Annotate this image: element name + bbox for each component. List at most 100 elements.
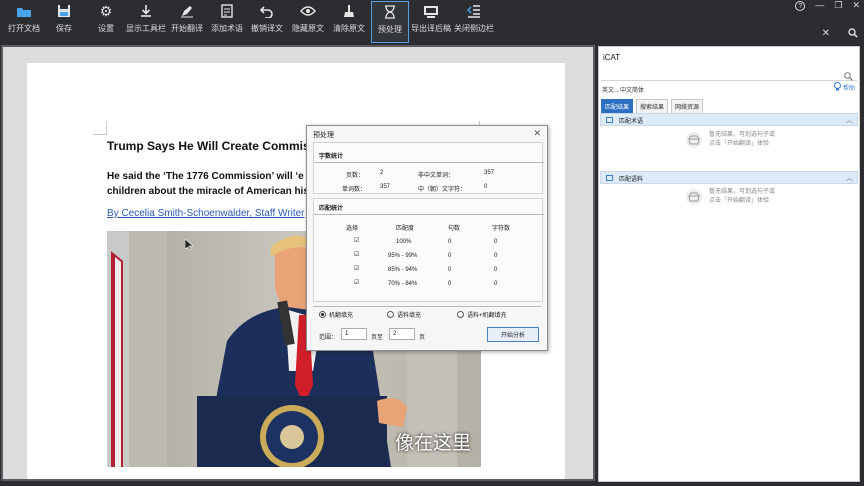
- word-stats-heading: 字数统计: [319, 154, 344, 160]
- section-matched-corpus[interactable]: 匹配语料 ︿: [600, 171, 858, 184]
- match-row-checkbox[interactable]: ☑: [354, 252, 360, 258]
- start-translation-button[interactable]: 开始翻译: [170, 1, 204, 43]
- range-to-input[interactable]: 2: [389, 328, 415, 340]
- section-matched-terms[interactable]: 匹配术语 ︿: [600, 113, 858, 126]
- undo-translation-button[interactable]: 撤销译文: [250, 1, 284, 43]
- eye-icon: [300, 3, 316, 19]
- char-count: 0: [494, 281, 498, 287]
- match-row-checkbox[interactable]: ☑: [354, 280, 360, 286]
- match-range: 100%: [396, 239, 412, 245]
- column-header: 选择: [346, 226, 359, 232]
- crop-mark-top-left: [93, 121, 107, 135]
- empty-box-icon: [685, 131, 703, 154]
- add-term-icon: [220, 3, 234, 19]
- page-to-label: 页至: [371, 335, 384, 341]
- empty-text: 暂无结果，可划选句子或: [709, 189, 776, 195]
- lightbulb-icon: [833, 82, 841, 93]
- tab-match-results[interactable]: 匹配结果: [601, 99, 634, 114]
- match-range: 85% - 94%: [388, 267, 418, 273]
- article-byline[interactable]: By Cecelia Smith-Schoenwalder, Staff Wri…: [107, 208, 305, 219]
- empty-state: 暂无结果，可划选句子或 点击「开始翻译」体验: [685, 131, 775, 154]
- dialog-close-button[interactable]: ✕: [533, 128, 541, 139]
- side-search-input[interactable]: [601, 67, 857, 81]
- section-icon: [606, 175, 613, 181]
- hide-source-button[interactable]: 隐藏原文: [290, 1, 326, 43]
- cjk-chars-label: 中（朝）文字符：: [418, 187, 467, 193]
- clear-source-button[interactable]: 清除原文: [332, 1, 366, 43]
- radio-selected-icon: [319, 311, 326, 318]
- add-term-button[interactable]: 添加术语: [210, 1, 244, 43]
- article-title[interactable]: Trump Says He Will Create Commission: [107, 139, 334, 153]
- save-button[interactable]: 保存: [50, 1, 78, 43]
- restore-button[interactable]: ❐: [834, 0, 842, 12]
- char-count: 0: [494, 267, 498, 273]
- chevron-up-icon[interactable]: ︿: [846, 115, 853, 125]
- help-label: 帮助: [842, 86, 855, 92]
- cjk-chars-value: 0: [484, 184, 488, 190]
- language-pair[interactable]: 英文→中文简体: [602, 85, 644, 94]
- export-translation-button[interactable]: 导出译后稿: [411, 1, 451, 43]
- radio-icon: [457, 311, 464, 318]
- icat-side-panel: iCAT 英文→中文简体 帮助 匹配结果 搜索结果 网络资源 匹配术语 ︿ 暂无…: [598, 46, 860, 482]
- char-count: 0: [494, 253, 498, 259]
- preprocess-button[interactable]: 预处理: [371, 1, 409, 43]
- start-analysis-button[interactable]: 开始分析: [487, 327, 539, 342]
- column-header: 句数: [448, 226, 461, 232]
- words-label: 单词数：: [342, 187, 367, 193]
- tab-search-results[interactable]: 搜索结果: [636, 99, 669, 114]
- column-header: 字符数: [492, 226, 511, 232]
- empty-box-icon: [685, 188, 703, 211]
- range-label: 范围：: [319, 335, 338, 341]
- range-from-input[interactable]: 1: [341, 328, 367, 340]
- window-controls: ? — ❐ ✕: [795, 0, 860, 12]
- match-range: 95% - 99%: [388, 253, 418, 259]
- match-row-checkbox[interactable]: ☑: [354, 266, 360, 272]
- gear-icon: ⚙: [99, 2, 113, 19]
- empty-text: 暂无结果，可划选句子或: [709, 132, 776, 138]
- side-panel-title: iCAT: [603, 53, 621, 62]
- window-close-button[interactable]: ✕: [852, 0, 860, 12]
- open-document-button[interactable]: 打开文档: [6, 1, 42, 43]
- main-toolbar: 打开文档 保存 ⚙ 设置 显示工具栏 开始翻译 添加术语 撤销译文 隐藏原文 清…: [0, 0, 864, 44]
- char-count: 0: [494, 239, 498, 245]
- chevron-up-icon[interactable]: ︿: [846, 173, 853, 183]
- match-range: 70% - 84%: [388, 281, 418, 287]
- close-sidebar-button[interactable]: 关闭侧边栏: [454, 1, 494, 43]
- pen-icon: [180, 3, 194, 19]
- save-icon: [57, 3, 71, 19]
- side-tabs: 匹配结果 搜索结果 网络资源: [601, 99, 704, 114]
- fill-option-mt[interactable]: 机翻填充: [319, 310, 353, 319]
- sidebar-controls: ✕: [822, 28, 858, 41]
- settings-button[interactable]: ⚙ 设置: [92, 1, 120, 43]
- sentence-count: 0: [448, 239, 452, 245]
- hourglass-icon: [384, 4, 396, 20]
- sidebar-close-button[interactable]: ✕: [822, 28, 830, 41]
- help-icon[interactable]: ?: [795, 1, 806, 11]
- app-window: 打开文档 保存 ⚙ 设置 显示工具栏 开始翻译 添加术语 撤销译文 隐藏原文 清…: [0, 0, 864, 486]
- page-label: 页: [419, 335, 426, 341]
- match-row-checkbox[interactable]: ☑: [354, 238, 360, 244]
- help-button[interactable]: 帮助: [833, 82, 855, 93]
- tab-web-resources[interactable]: 网络资源: [671, 99, 704, 114]
- column-header: 匹配度: [396, 226, 415, 232]
- close-sidebar-icon: [467, 3, 481, 19]
- non-chinese-words-value: 357: [484, 170, 495, 176]
- pages-value: 2: [380, 170, 384, 176]
- folder-icon: [16, 3, 32, 19]
- word-stats-group: 字数统计 页数： 2 非中文单词： 357 单词数： 357 中（朝）文字符： …: [313, 142, 544, 194]
- show-toolbar-button[interactable]: 显示工具栏: [124, 1, 168, 43]
- non-chinese-words-label: 非中文单词：: [418, 173, 455, 179]
- words-value: 357: [380, 184, 391, 190]
- broom-icon: [342, 3, 356, 19]
- fill-option-corpus-mt[interactable]: 语料+机翻填充: [457, 310, 507, 319]
- undo-icon: [260, 3, 274, 19]
- radio-icon: [387, 311, 394, 318]
- pages-label: 页数：: [346, 173, 365, 179]
- sentence-count: 0: [448, 253, 452, 259]
- export-icon: [423, 3, 439, 19]
- download-icon: [139, 3, 153, 19]
- section-icon: [606, 117, 613, 123]
- search-icon[interactable]: [848, 28, 858, 41]
- minimize-button[interactable]: —: [815, 0, 824, 12]
- fill-option-corpus[interactable]: 语料填充: [387, 310, 421, 319]
